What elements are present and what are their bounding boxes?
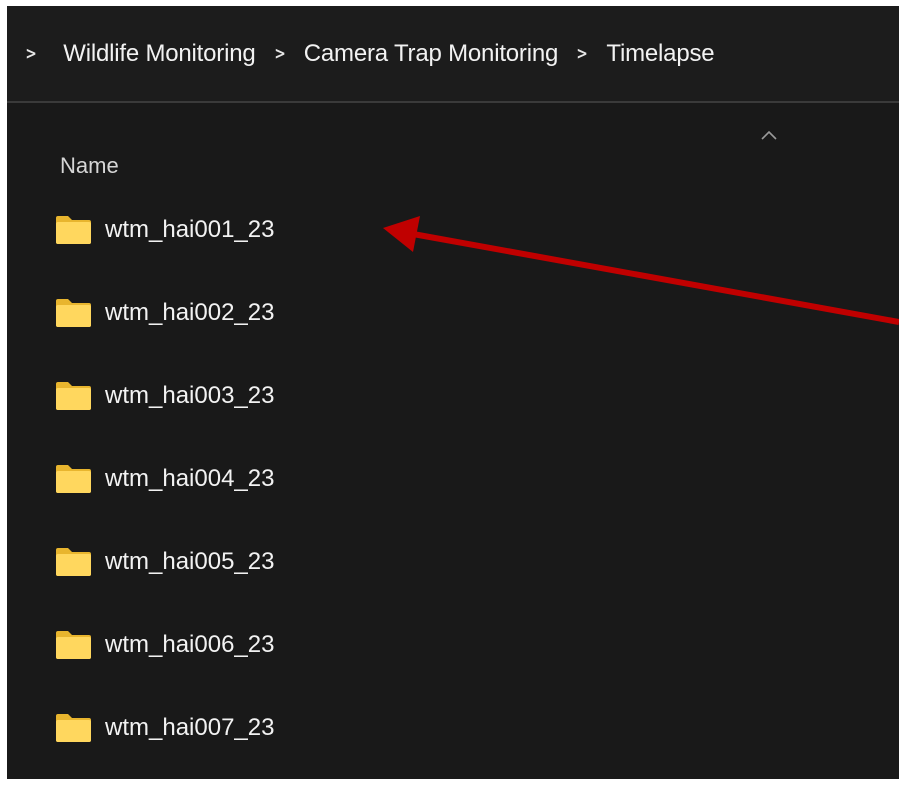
folder-icon (56, 382, 91, 410)
folder-icon (56, 631, 91, 659)
folder-icon (56, 216, 91, 244)
folder-row[interactable]: wtm_hai007_23 (55, 708, 274, 748)
folder-row[interactable]: wtm_hai005_23 (55, 542, 274, 582)
folder-name[interactable]: wtm_hai004_23 (105, 465, 274, 493)
folder-row[interactable]: wtm_hai002_23 (55, 293, 274, 333)
folder-name[interactable]: wtm_hai006_23 (105, 631, 274, 659)
folder-icon (56, 299, 91, 327)
address-bar-divider (7, 101, 899, 103)
breadcrumb-item-timelapse[interactable]: Timelapse (606, 40, 714, 68)
folder-name[interactable]: wtm_hai003_23 (105, 382, 274, 410)
breadcrumb-chevron-icon[interactable]: > (577, 44, 588, 64)
folder-name[interactable]: wtm_hai002_23 (105, 299, 274, 327)
folder-row[interactable]: wtm_hai001_23 (55, 210, 274, 250)
folder-row[interactable]: wtm_hai006_23 (55, 625, 274, 665)
folder-icon (56, 465, 91, 493)
folder-row[interactable]: wtm_hai004_23 (55, 459, 274, 499)
folder-name[interactable]: wtm_hai001_23 (105, 216, 274, 244)
breadcrumb-chevron-icon[interactable]: > (274, 44, 285, 64)
folder-icon (56, 548, 91, 576)
breadcrumb-chevron-icon[interactable]: > (25, 44, 36, 64)
breadcrumb-item-camera-trap-monitoring[interactable]: Camera Trap Monitoring (304, 40, 559, 68)
folder-icon (56, 714, 91, 742)
file-explorer-window: > Wildlife Monitoring > Camera Trap Moni… (7, 6, 899, 779)
column-header-name[interactable]: Name (60, 153, 119, 179)
address-bar[interactable]: > Wildlife Monitoring > Camera Trap Moni… (7, 6, 899, 101)
breadcrumb-item-wildlife-monitoring[interactable]: Wildlife Monitoring (63, 40, 255, 68)
folder-name[interactable]: wtm_hai005_23 (105, 548, 274, 576)
sort-ascending-icon[interactable] (760, 128, 778, 142)
folder-name[interactable]: wtm_hai007_23 (105, 714, 274, 742)
folder-row[interactable]: wtm_hai003_23 (55, 376, 274, 416)
